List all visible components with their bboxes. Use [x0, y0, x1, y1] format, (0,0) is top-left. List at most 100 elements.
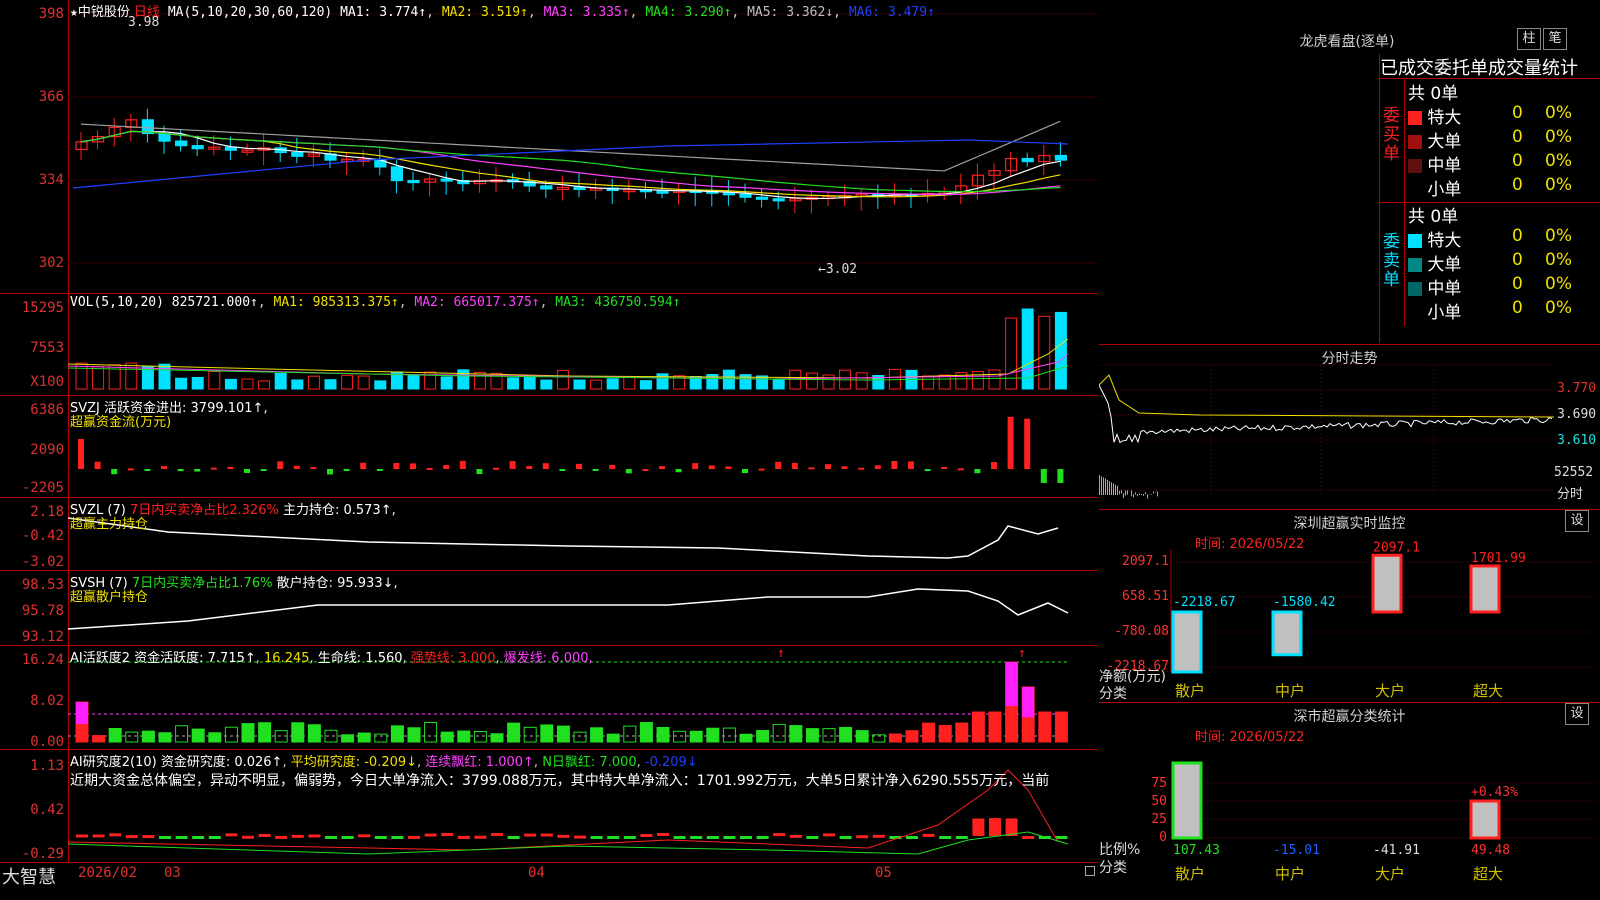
research-bar	[408, 835, 420, 839]
flow-bar	[526, 466, 533, 469]
volume-axis: 15295 7553 X100	[0, 294, 69, 395]
divider	[1404, 202, 1600, 203]
volume-bar	[1038, 315, 1051, 390]
activity-bar	[623, 725, 637, 743]
activity-bar	[307, 724, 321, 743]
svzl-tick: -0.42	[21, 528, 64, 544]
ai-research-panel[interactable]: 1.13 0.42 -0.29 AI研究度2(10) 资金研究度: 0.026↑…	[0, 750, 1098, 863]
ai-activity-value2: 16.245	[264, 651, 310, 666]
flow-bar	[393, 462, 400, 469]
research-bar	[358, 834, 371, 838]
stock-name: 中锐股份	[77, 5, 130, 20]
y-tick: 0	[1159, 830, 1167, 845]
row-name: 中单	[1427, 156, 1462, 176]
sz-monitor-chart[interactable]: -2218.67 散户 -1580.42 中户 2097.1 大户 1701.99 超大 209…	[1099, 510, 1600, 702]
ai2-tick: 1.13	[30, 758, 64, 774]
class-bar-label: 1701.99	[1471, 551, 1526, 566]
flow-bar	[144, 469, 151, 471]
volume-panel[interactable]: 15295 7553 X100 VOL(5,10,20) 825721.000↑…	[0, 294, 1098, 396]
ai-tick: 16.24	[21, 652, 64, 668]
volume-bar	[208, 371, 221, 390]
lock-icon[interactable]	[1085, 866, 1095, 876]
tick-mode-button[interactable]: 笔	[1543, 28, 1567, 50]
flow-bar	[509, 461, 516, 469]
research-bar	[291, 834, 304, 838]
research-bar	[690, 836, 703, 839]
research-bar	[142, 835, 155, 839]
vol-tick: 15295	[21, 300, 64, 316]
activity-bar	[1038, 711, 1052, 743]
svzl-tick: -3.02	[21, 554, 64, 570]
color-swatch	[1408, 159, 1422, 173]
intraday-volume-bar	[1151, 494, 1152, 495]
vol-ma2: MA2: 665017.375↑	[414, 295, 540, 310]
intraday-volume-bar	[1137, 494, 1138, 497]
y-tick: 75	[1151, 776, 1167, 791]
column-mode-button[interactable]: 柱	[1517, 28, 1541, 50]
candlestick-chart[interactable]	[68, 0, 1098, 293]
price-tick: 334	[38, 172, 64, 188]
row-name: 大单	[1427, 255, 1462, 275]
category-label: 超大	[1473, 865, 1503, 883]
research-bar	[275, 835, 288, 839]
fund-flow-panel[interactable]: 6386 2090 -2205 SVZJ 活跃资金进出: 3799.101↑, …	[0, 396, 1098, 498]
intraday-volume-bar	[1111, 482, 1112, 495]
retail-holding-panel[interactable]: 98.53 95.78 93.12 SVSH (7) 7日内买卖净占比1.76%…	[0, 571, 1098, 646]
activity-bar	[224, 726, 238, 743]
sz-class-chart[interactable]: 75 50 25 0 +0.43% 107.43 散户 -15.01 中户 -41.91 大户 49.…	[1099, 703, 1600, 900]
intraday-volume-bar	[1147, 494, 1148, 499]
ai-activity-panel[interactable]: 16.24 8.02 0.00 AI活跃度2 资金活跃度: 7.715↑, 16…	[0, 646, 1098, 750]
research-bar	[823, 833, 835, 837]
svsh-tick: 93.12	[21, 629, 64, 645]
intraday-chart[interactable]	[1099, 345, 1600, 509]
price-tick: 302	[38, 255, 64, 271]
activity-bar	[241, 723, 255, 743]
candle	[772, 198, 785, 202]
activity-bar	[440, 731, 454, 743]
lhb-row: 特大 0 0%	[1408, 103, 1572, 128]
ai2-red-streak: 连续飘红: 1.000↑	[425, 755, 534, 770]
main-holding-panel[interactable]: 2.18 -0.42 -3.02 SVZL (7) 7日内买卖净占比2.326%…	[0, 498, 1098, 571]
activity-bar	[540, 724, 554, 743]
research-bar	[92, 834, 105, 838]
activity-bar	[922, 722, 936, 743]
research-bar	[922, 833, 935, 837]
research-bar	[175, 836, 188, 839]
lhb-row: 特大 0 0%	[1408, 226, 1572, 251]
candle	[174, 140, 188, 147]
volume-bar	[258, 380, 271, 390]
vol-unit: X100	[30, 374, 64, 390]
flow-bar	[227, 466, 234, 469]
volume-bar	[274, 373, 287, 390]
candle	[291, 151, 304, 157]
research-bar	[955, 836, 968, 839]
activity-bar	[606, 733, 620, 743]
y-tick: 2097.1	[1122, 554, 1169, 569]
flow-bar	[692, 463, 699, 469]
date-label: 04	[528, 865, 545, 881]
lhb-panel: 龙虎看盘(逐单) 柱 笔 已成交委托单成交量统计 委买单 委卖单 共 0单 共 …	[1099, 0, 1600, 345]
low-price-label: ←3.02	[818, 262, 858, 277]
research-bar	[457, 835, 470, 839]
volume-bar	[971, 371, 984, 390]
research-bar	[524, 833, 537, 837]
research-bar	[706, 836, 719, 839]
avg-line	[1099, 374, 1555, 418]
price-tick: 398	[38, 6, 64, 22]
row-volume: 0	[1512, 151, 1523, 171]
intraday-panel[interactable]: 分时走势 3.770 3.690 3.610 52552 分时	[1099, 345, 1600, 510]
star-icon[interactable]: ★	[70, 5, 78, 20]
activity-bar	[722, 727, 736, 743]
lhb-tab[interactable]: 已成交委托单成交量统计	[1379, 54, 1600, 79]
flow-bar	[609, 464, 616, 469]
lhb-table: 委买单 委卖单 共 0单 共 0单 特大 0 0% 大单 0 0% 中单 0 0% 小单 0 0…	[1379, 79, 1600, 343]
ai-arrow-marker: ↑	[1018, 646, 1026, 661]
volume-bar	[341, 374, 354, 390]
intraday-volume-bar	[1103, 477, 1104, 495]
price-panel[interactable]: 398 366 334 302 ★中锐股份 日线 MA(5,10,20,30,60,…	[0, 0, 1098, 294]
ai2-avg-value: 平均研究度: -0.209↓	[290, 755, 418, 770]
intraday-price: 3.690	[1557, 407, 1597, 422]
class-bar-label: 2097.1	[1373, 540, 1420, 555]
candle	[1054, 154, 1068, 161]
research-bar	[76, 834, 88, 838]
